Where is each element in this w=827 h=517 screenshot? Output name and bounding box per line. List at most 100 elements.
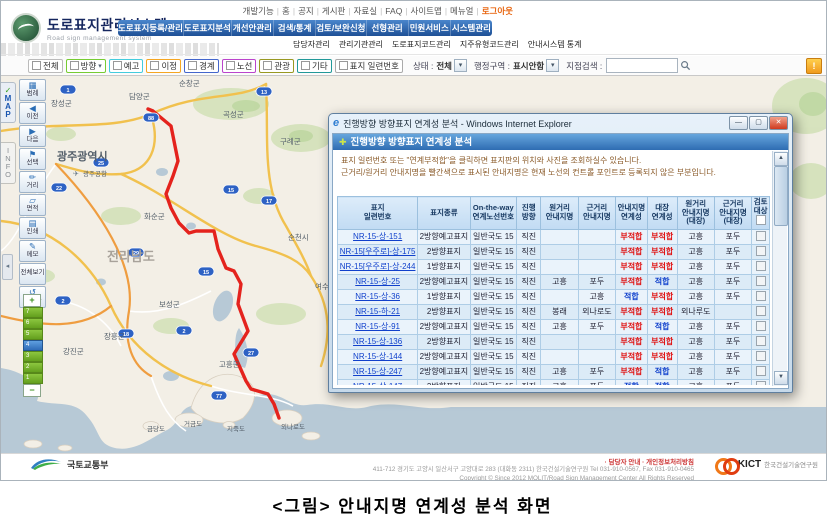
filter-checkbox[interactable]: 방향▾ (66, 59, 106, 73)
checkbox-icon[interactable] (263, 61, 272, 70)
map-tool-거리[interactable]: ✏거리 (19, 171, 46, 193)
scroll-up-icon[interactable]: ▲ (774, 152, 788, 166)
sign-id-link[interactable]: NR-15-상-147 (353, 382, 402, 385)
menu-item[interactable]: 도로표지분석 (183, 20, 231, 36)
row-checkbox[interactable] (756, 351, 766, 361)
map-tool-선택[interactable]: ⚑선택 (19, 148, 46, 170)
map-tool-면적[interactable]: ▱면적 (19, 194, 46, 216)
link-status[interactable]: 부적합 (620, 307, 642, 316)
sign-id-link[interactable]: NR-15-상-91 (355, 322, 400, 331)
map-tool-메모[interactable]: ✎메모 (19, 240, 46, 262)
zoom-in-button[interactable]: + (23, 294, 41, 307)
row-checkbox[interactable] (756, 261, 766, 271)
menu-item[interactable]: 검토/보완신청 (315, 20, 365, 36)
search-input[interactable] (606, 58, 678, 73)
link-status[interactable]: 적합 (655, 322, 670, 331)
checkbox-icon[interactable] (188, 61, 197, 70)
checkbox-icon[interactable] (150, 61, 159, 70)
select-all-checkbox[interactable] (756, 215, 766, 225)
menu-item[interactable]: 시스템관리 (450, 20, 492, 36)
top-link[interactable]: FAQ (385, 6, 402, 16)
submenu-item[interactable]: 안내시스템 통계 (528, 39, 582, 50)
sign-id-link[interactable]: NR-15-상-151 (353, 232, 402, 241)
link-status[interactable]: 적합 (655, 382, 670, 385)
sign-id-link[interactable]: NR-15[우주로]-상-175 (340, 247, 416, 256)
panel-collapse-handle[interactable]: ◂ (2, 254, 13, 280)
link-status[interactable]: 부적합 (651, 337, 673, 346)
sign-id-link[interactable]: NR-15-하-21 (355, 307, 400, 316)
link-status[interactable]: 부적합 (620, 322, 642, 331)
tab-map[interactable]: ✓MAP (1, 82, 16, 123)
row-checkbox[interactable] (756, 276, 766, 286)
top-link[interactable]: 홈 (282, 6, 290, 16)
link-status[interactable]: 부적합 (651, 247, 673, 256)
link-status[interactable]: 부적합 (651, 307, 673, 316)
popup-titlebar[interactable]: e 진행방향 방향표지 연계성 분석 - Windows Internet Ex… (329, 114, 792, 132)
menu-item[interactable]: 도로표지등록/관리 (118, 20, 183, 36)
top-link[interactable]: 게시판 (322, 6, 345, 16)
map-tool-인쇄[interactable]: ▤인쇄 (19, 217, 46, 239)
warning-icon[interactable]: ! (806, 58, 822, 74)
scroll-down-icon[interactable]: ▼ (774, 371, 788, 385)
top-link[interactable]: 로그아웃 (482, 6, 513, 16)
map-tool-다음[interactable]: ▶다음 (19, 125, 46, 147)
link-status[interactable]: 부적합 (620, 262, 642, 271)
row-checkbox[interactable] (756, 381, 766, 385)
link-status[interactable]: 적합 (655, 367, 670, 376)
link-status[interactable]: 부적합 (651, 262, 673, 271)
chevron-down-icon[interactable]: ▾ (98, 62, 102, 70)
zoom-level-4[interactable]: 4 (23, 340, 43, 351)
scroll-thumb[interactable] (774, 166, 788, 226)
sign-id-link[interactable]: NR-15-상-25 (355, 277, 400, 286)
map-tool-이전[interactable]: ◀이전 (19, 102, 46, 124)
map-tool-범례[interactable]: ▦범례 (19, 79, 46, 101)
map-canvas[interactable]: 1881325221517292182277715 장성군담양군순창군곡성군구례… (1, 76, 826, 454)
zoom-level-2[interactable]: 2 (23, 362, 43, 373)
row-checkbox[interactable] (756, 291, 766, 301)
close-button[interactable]: ✕ (769, 116, 788, 130)
submenu-item[interactable]: 도로표지코드관리 (392, 39, 451, 50)
sign-id-link[interactable]: NR-15-상-136 (353, 337, 402, 346)
link-status[interactable]: 부적합 (651, 232, 673, 241)
top-link[interactable]: 메뉴얼 (450, 6, 473, 16)
footer-link[interactable]: 담당자 안내 (609, 459, 641, 466)
checkbox-icon[interactable] (339, 61, 348, 70)
row-checkbox[interactable] (756, 366, 766, 376)
zoom-level-1[interactable]: 1 (23, 373, 43, 384)
menu-item[interactable]: 개선안관리 (231, 20, 273, 36)
sign-id-link[interactable]: NR-15[우주로]-상-244 (340, 262, 416, 271)
zoom-level-3[interactable]: 3 (23, 351, 43, 362)
sign-id-link[interactable]: NR-15-상-36 (355, 292, 400, 301)
sign-id-link[interactable]: NR-15-상-144 (353, 352, 402, 361)
zoom-level-7[interactable]: 7 (23, 307, 43, 318)
checkbox-icon[interactable] (226, 61, 235, 70)
link-status[interactable]: 부적합 (651, 352, 673, 361)
filter-checkbox[interactable]: 이정 (146, 59, 181, 73)
filter-checkbox[interactable]: 경계 (184, 59, 219, 73)
top-link[interactable]: 자료실 (354, 6, 377, 16)
zoom-out-button[interactable]: − (23, 384, 41, 397)
row-checkbox[interactable] (756, 246, 766, 256)
checkbox-icon[interactable] (113, 61, 122, 70)
row-checkbox[interactable] (756, 306, 766, 316)
district-dropdown[interactable]: ▾ (546, 59, 559, 72)
link-status[interactable]: 부적합 (620, 352, 642, 361)
link-status[interactable]: 부적합 (620, 232, 642, 241)
link-status[interactable]: 부적합 (620, 367, 642, 376)
search-icon[interactable] (680, 60, 691, 71)
checkbox-icon[interactable] (70, 61, 79, 70)
link-status[interactable]: 부적합 (620, 247, 642, 256)
checkbox-icon[interactable] (32, 61, 41, 70)
menu-item[interactable]: 민원서비스 (408, 20, 450, 36)
filter-checkbox[interactable]: 관광 (259, 59, 294, 73)
top-link[interactable]: 사이트맵 (411, 6, 442, 16)
filter-checkbox[interactable]: 노선 (222, 59, 257, 73)
filter-checkbox[interactable]: 예고 (109, 59, 144, 73)
top-link[interactable]: 개발기능 (243, 6, 274, 16)
link-status[interactable]: 부적합 (620, 277, 642, 286)
footer-link[interactable]: 개인정보처리방침 (646, 459, 694, 466)
row-checkbox[interactable] (756, 336, 766, 346)
submenu-item[interactable]: 관리기관관리 (339, 39, 383, 50)
maximize-button[interactable]: ▢ (749, 116, 768, 130)
sign-id-link[interactable]: NR-15-상-247 (353, 367, 402, 376)
